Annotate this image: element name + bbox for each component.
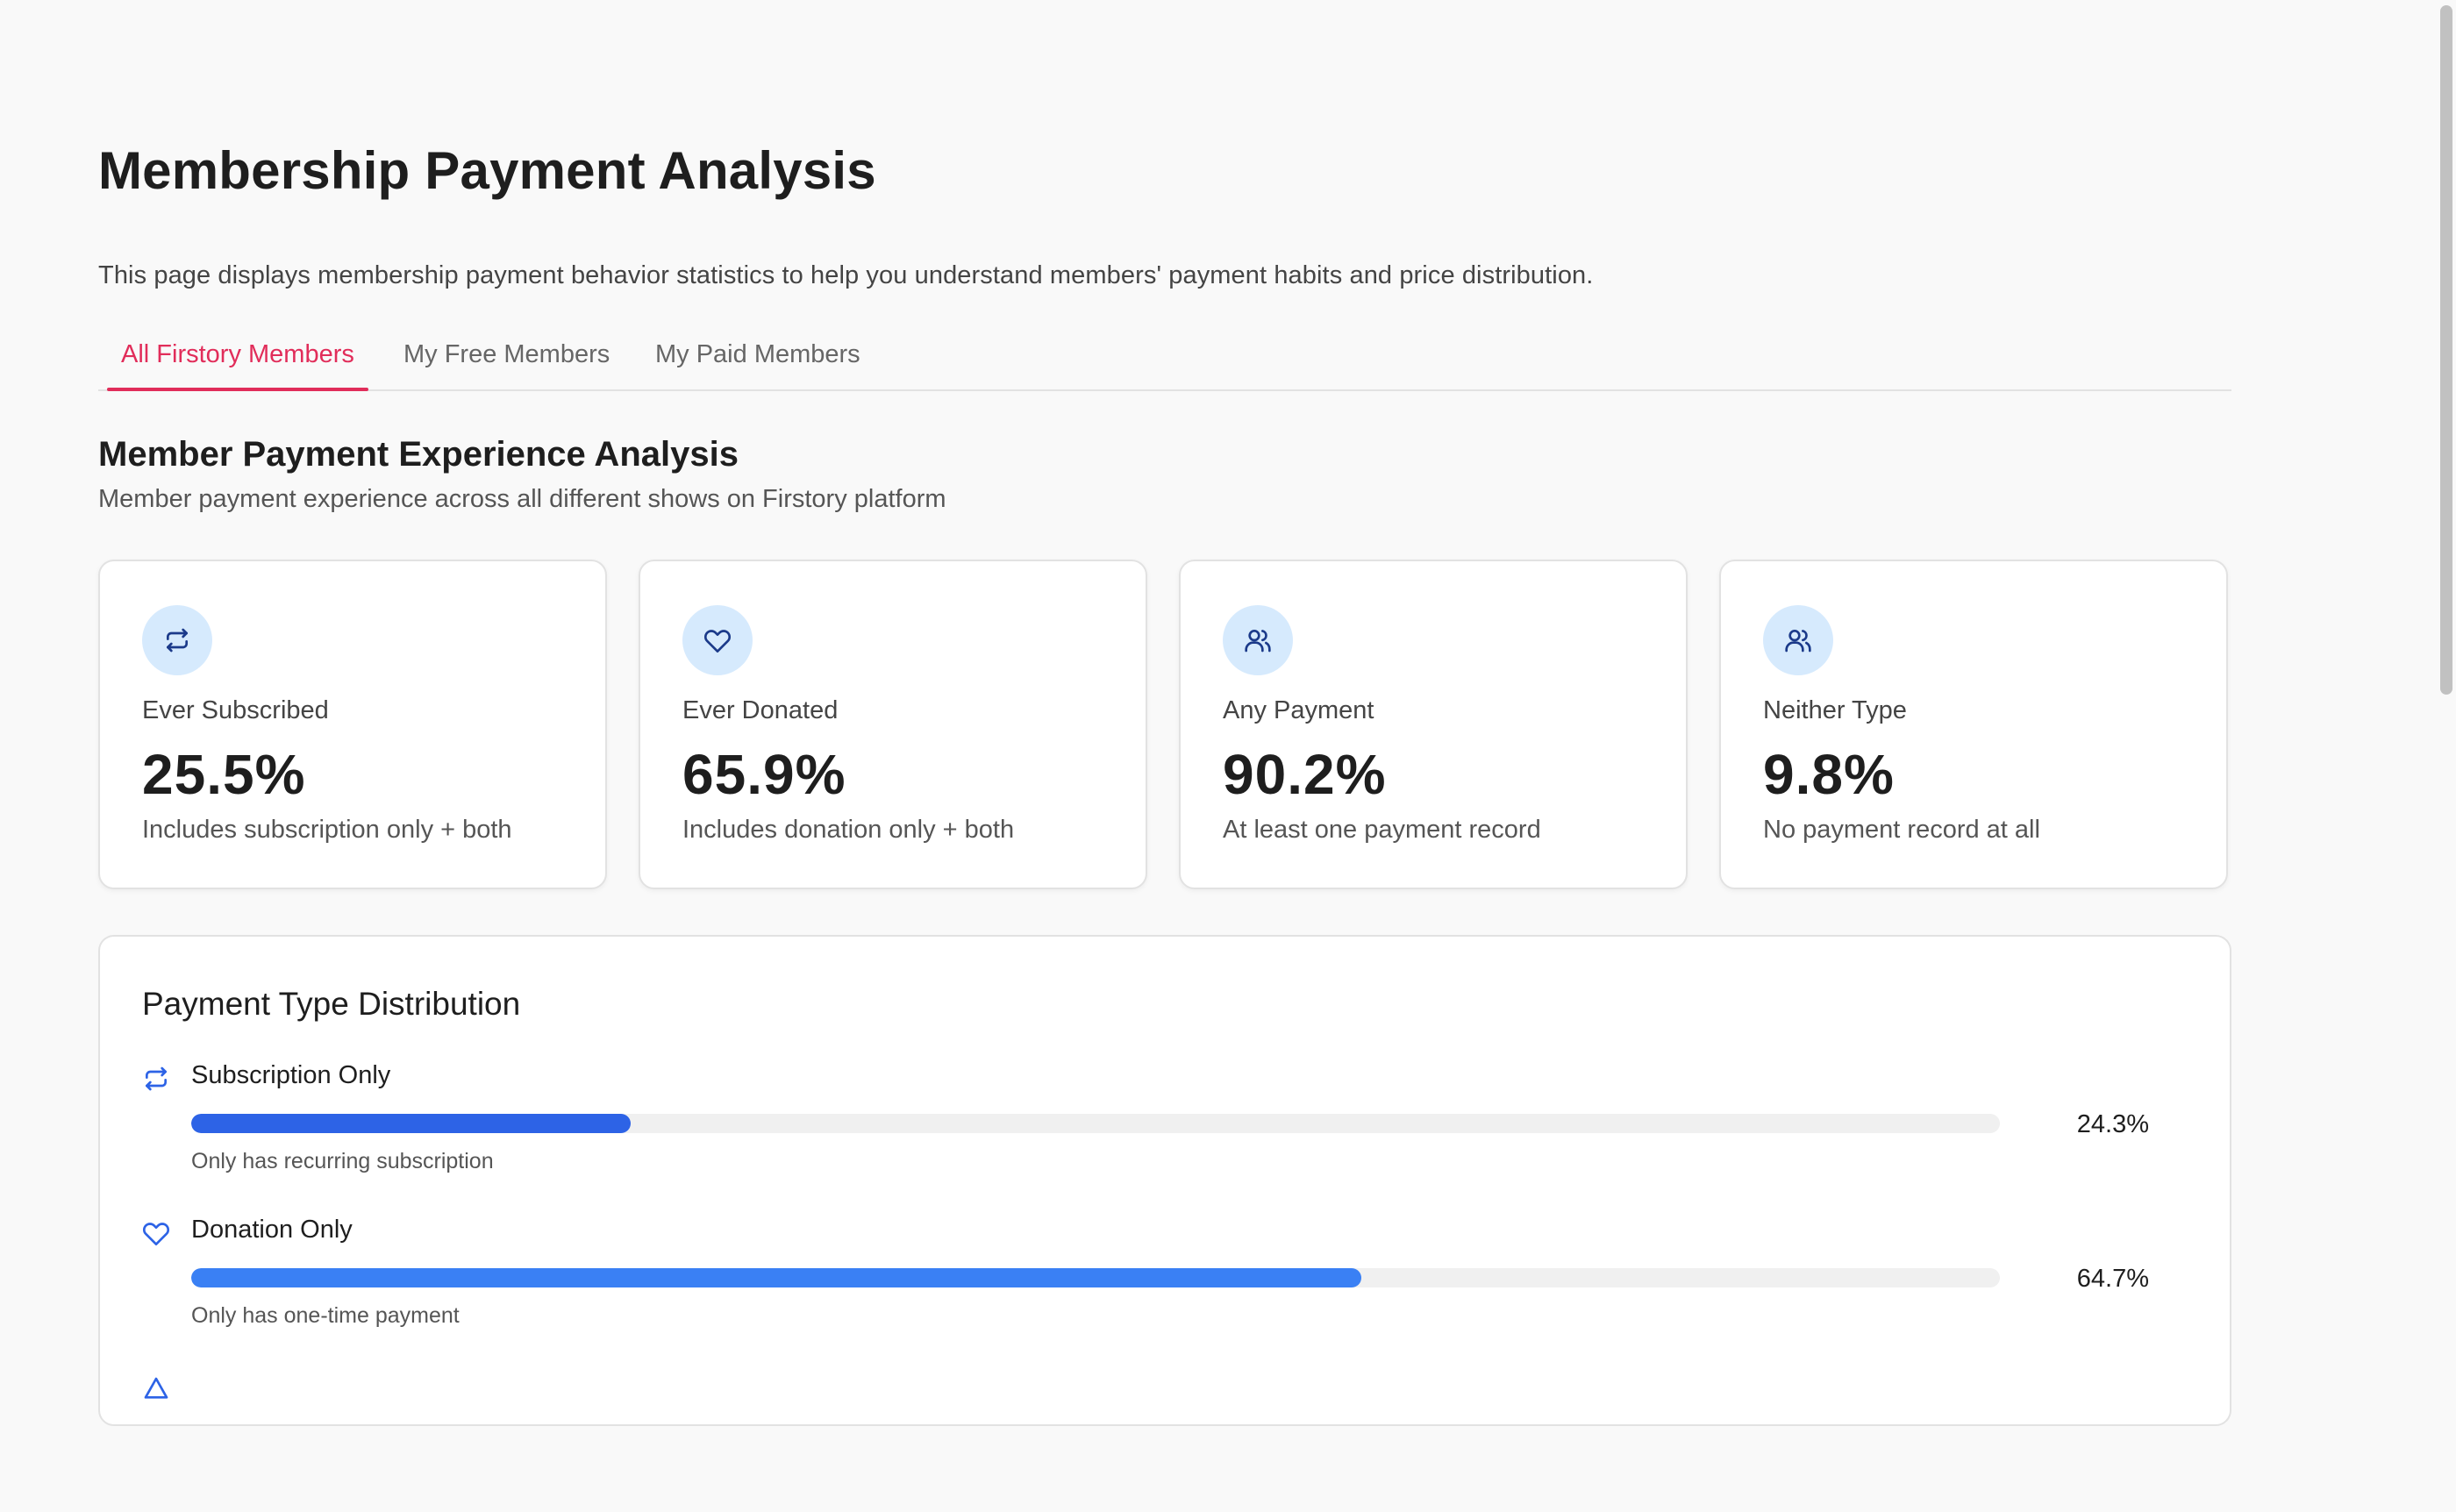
tab-my-free-members[interactable]: My Free Members <box>403 340 610 369</box>
stat-value: 25.5% <box>142 743 306 806</box>
distribution-progress-fill <box>191 1114 632 1133</box>
distribution-row-value: 24.3% <box>2076 1110 2149 1138</box>
stat-card-ever-subscribed: Ever Subscribed 25.5% Includes subscript… <box>98 560 607 889</box>
stat-cards: Ever Subscribed 25.5% Includes subscript… <box>98 560 2231 893</box>
heart-icon <box>682 605 753 675</box>
distribution-progress-track <box>191 1114 2000 1133</box>
stat-card-neither-type: Neither Type 9.8% No payment record at a… <box>1719 560 2228 889</box>
distribution-row-note: Only has recurring subscription <box>191 1149 494 1173</box>
distribution-progress-fill <box>191 1268 1362 1287</box>
stat-note: No payment record at all <box>1763 816 2040 844</box>
users-icon <box>1223 605 1293 675</box>
triangle-icon <box>142 1375 170 1403</box>
distribution-row-label: Donation Only <box>191 1216 353 1244</box>
payment-type-distribution-card: Payment Type Distribution Subscription O… <box>98 935 2231 1426</box>
stat-label: Ever Donated <box>682 696 839 724</box>
stat-label: Ever Subscribed <box>142 696 329 724</box>
stat-label: Any Payment <box>1223 696 1374 724</box>
stat-note: At least one payment record <box>1223 816 1541 844</box>
tab-my-paid-members[interactable]: My Paid Members <box>655 340 860 369</box>
distribution-row-value: 64.7% <box>2076 1265 2149 1293</box>
stat-note: Includes donation only + both <box>682 816 1015 844</box>
distribution-row-note: Only has one-time payment <box>191 1303 460 1328</box>
tab-all-firstory-members[interactable]: All Firstory Members <box>107 340 368 391</box>
repeat-icon <box>142 1065 170 1093</box>
heart-icon <box>142 1219 170 1247</box>
page-description: This page displays membership payment be… <box>98 261 1594 289</box>
main-content: Membership Payment Analysis This page di… <box>98 0 2231 1426</box>
stat-label: Neither Type <box>1763 696 1907 724</box>
member-tabs: All Firstory Members My Free Members My … <box>98 332 2231 391</box>
distribution-row-donation-only: Donation Only 64.7% Only has one-time pa… <box>142 1216 2149 1356</box>
page-scrollbar[interactable] <box>2435 0 2456 1377</box>
users-icon <box>1763 605 1833 675</box>
stat-value: 9.8% <box>1763 743 1895 806</box>
section-title: Member Payment Experience Analysis <box>98 435 739 474</box>
stat-card-ever-donated: Ever Donated 65.9% Includes donation onl… <box>639 560 1147 889</box>
repeat-icon <box>142 605 212 675</box>
stat-card-any-payment: Any Payment 90.2% At least one payment r… <box>1179 560 1688 889</box>
distribution-row-label: Subscription Only <box>191 1061 391 1089</box>
distribution-progress-track <box>191 1268 2000 1287</box>
distribution-title: Payment Type Distribution <box>142 986 521 1022</box>
distribution-row-subscription-only: Subscription Only 24.3% Only has recurri… <box>142 1061 2149 1202</box>
section-subtitle: Member payment experience across all dif… <box>98 485 946 513</box>
stat-value: 65.9% <box>682 743 846 806</box>
scrollbar-thumb[interactable] <box>2440 5 2452 695</box>
page-title: Membership Payment Analysis <box>98 141 876 200</box>
stat-value: 90.2% <box>1223 743 1387 806</box>
stat-note: Includes subscription only + both <box>142 816 512 844</box>
distribution-row-partial <box>142 1372 2149 1512</box>
